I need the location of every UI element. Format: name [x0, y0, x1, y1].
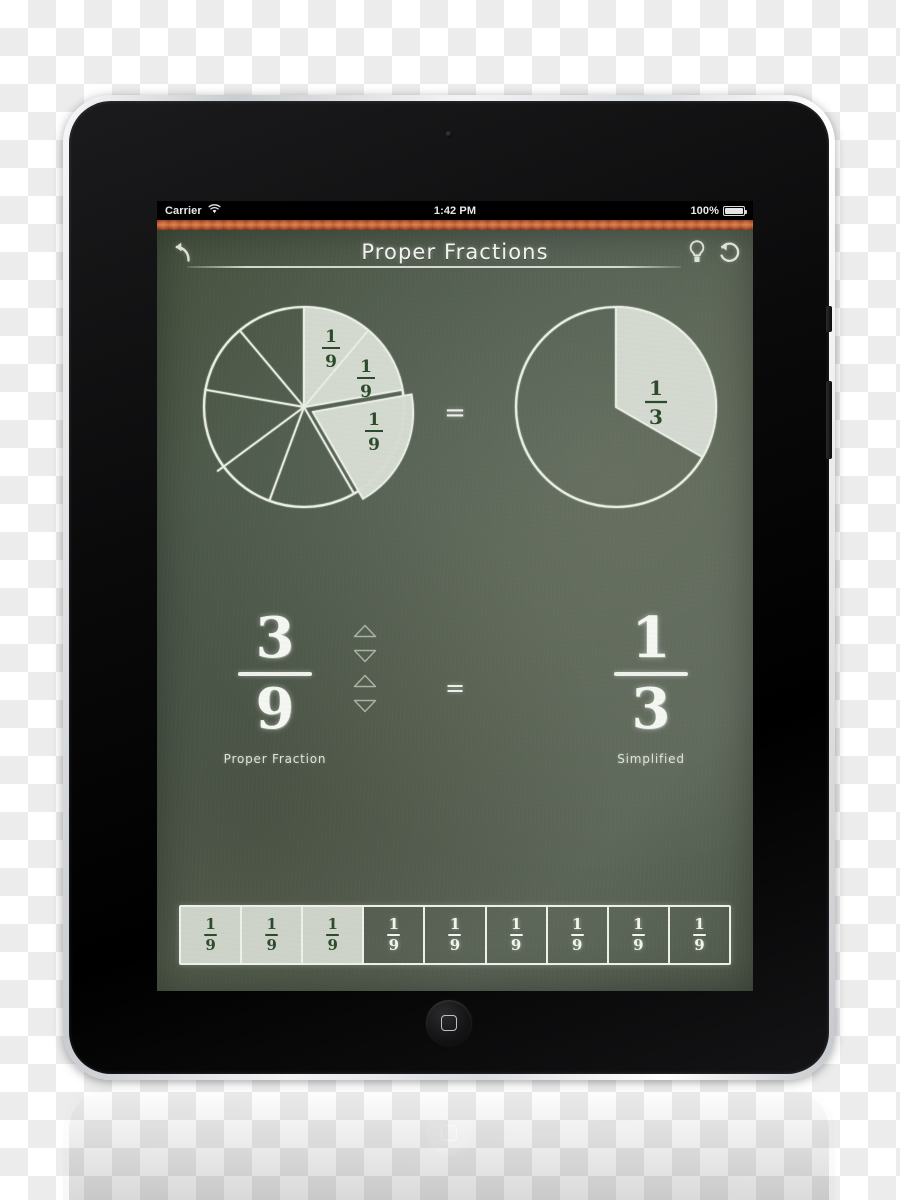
status-bar-left: Carrier	[165, 203, 221, 217]
proper-fraction-numerator: 3	[255, 605, 295, 671]
battery-full-icon	[723, 205, 747, 216]
fraction-tile[interactable]: 1 9	[181, 907, 243, 963]
device-outer-shell: Carrier 1:42 PM 100% Proper Fractions 1 …	[63, 95, 835, 1080]
fraction-tile[interactable]: 1 9	[303, 907, 365, 963]
fraction-tile[interactable]: 1 9	[609, 907, 670, 963]
tile-numerator: 1	[694, 915, 705, 933]
navbar-right-actions	[687, 239, 741, 265]
app-navigation-bar: Proper Fractions	[157, 230, 753, 274]
pies-equals-symbol: =	[444, 398, 466, 428]
triangle-down-icon[interactable]	[353, 649, 377, 663]
volume-rocker[interactable]	[826, 381, 832, 459]
tablet-device: Carrier 1:42 PM 100% Proper Fractions 1 …	[63, 95, 835, 1080]
wifi-icon	[208, 203, 221, 216]
front-camera	[445, 131, 453, 138]
reset-arrow-icon[interactable]	[717, 239, 741, 265]
status-bar-clock: 1:42 PM	[433, 204, 477, 217]
fraction-pie-visuals: 1 9 1 9 1 9 = 1 3	[157, 280, 753, 550]
tile-fraction: 1 9	[448, 915, 462, 954]
pie-slice-label-third-den: 3	[649, 405, 663, 429]
status-bar-right: 100%	[690, 204, 747, 217]
tile-numerator: 1	[571, 915, 583, 933]
fraction-tile[interactable]: 1 9	[364, 907, 426, 963]
pie-chart-simplified[interactable]: 1 3	[491, 280, 741, 535]
battery-percent-label: 100%	[690, 204, 719, 217]
fraction-tile-strip: 1 9 1 9 1 9 1 9 1 9 1 9 1 9 1 9 1 9	[179, 905, 731, 965]
back-arrow-icon[interactable]	[169, 239, 195, 265]
tile-numerator: 1	[510, 915, 522, 933]
page-title: Proper Fractions	[361, 240, 549, 264]
title-underline-rule	[187, 266, 681, 268]
fraction-equals-symbol: =	[444, 674, 466, 702]
tile-fraction: 1 9	[570, 915, 584, 954]
pie-slice-filled-third	[615, 306, 717, 459]
tile-numerator: 1	[327, 915, 338, 933]
pie-chart-proper-fraction[interactable]: 1 9 1 9 1 9	[179, 280, 429, 535]
pie-slice-label-third-num: 1	[649, 376, 663, 400]
tile-denominator: 9	[571, 936, 583, 954]
tile-numerator: 1	[205, 915, 216, 933]
home-square-icon	[441, 1015, 457, 1031]
tile-numerator: 1	[266, 915, 277, 933]
fraction-tile[interactable]: 1 9	[242, 907, 304, 963]
triangle-up-icon[interactable]	[353, 674, 377, 688]
device-bezel: Carrier 1:42 PM 100% Proper Fractions 1 …	[69, 101, 832, 1074]
pie-slice-label-1-num: 1	[325, 327, 337, 347]
pie-slice-filled-3-exploded	[311, 393, 414, 500]
pie-slice-label-3-num: 1	[368, 410, 380, 430]
tile-numerator: 1	[449, 915, 461, 933]
carrier-label: Carrier	[165, 204, 202, 217]
tile-fraction: 1 9	[692, 915, 706, 954]
tile-numerator: 1	[388, 915, 400, 933]
tile-fraction: 1 9	[509, 915, 523, 954]
tile-numerator: 1	[633, 915, 644, 933]
pie-slice-label-2-num: 1	[360, 357, 372, 377]
pie-slice-label-1-den: 9	[325, 352, 337, 372]
tile-denominator: 9	[510, 936, 522, 954]
triangle-up-icon[interactable]	[353, 624, 377, 638]
tile-denominator: 9	[388, 936, 400, 954]
fraction-tile[interactable]: 1 9	[670, 907, 729, 963]
fraction-tile[interactable]: 1 9	[425, 907, 487, 963]
chalkboard-surface: Proper Fractions 1 9 1 9 1 9 = 1 3 3 9 P…	[157, 230, 753, 991]
ios-status-bar: Carrier 1:42 PM 100%	[157, 201, 753, 220]
simplified-fraction-denominator: 3	[631, 676, 671, 743]
tile-fraction: 1 9	[265, 915, 279, 954]
triangle-down-icon[interactable]	[353, 699, 377, 713]
fraction-steppers	[353, 624, 377, 713]
fraction-tile[interactable]: 1 9	[548, 907, 609, 963]
proper-fraction-denominator: 9	[255, 676, 295, 743]
fraction-editor-row: 3 9 Proper Fraction = 1 3 Simplified	[157, 605, 753, 782]
device-screen: Carrier 1:42 PM 100% Proper Fractions 1 …	[157, 201, 753, 991]
tile-denominator: 9	[266, 936, 277, 954]
pie-slice-label-2-den: 9	[360, 382, 372, 402]
tile-denominator: 9	[633, 936, 644, 954]
simplified-fraction-display: 1 3 Simplified	[591, 605, 711, 767]
pie-slice-label-3-den: 9	[368, 435, 380, 455]
tile-fraction: 1 9	[631, 915, 645, 954]
tile-fraction: 1 9	[387, 915, 401, 954]
simplified-fraction-caption: Simplified	[617, 752, 685, 767]
tile-fraction: 1 9	[326, 915, 340, 954]
chalk-rail-wood-trim	[157, 220, 753, 230]
device-reflection	[63, 1082, 835, 1200]
home-button[interactable]	[426, 1000, 472, 1046]
tile-fraction: 1 9	[204, 915, 218, 954]
fraction-tile[interactable]: 1 9	[487, 907, 548, 963]
simplified-fraction-numerator: 1	[631, 605, 671, 671]
tile-denominator: 9	[449, 936, 461, 954]
tile-denominator: 9	[205, 936, 216, 954]
mute-switch[interactable]	[826, 306, 832, 332]
lightbulb-icon[interactable]	[687, 239, 707, 265]
proper-fraction-display[interactable]: 3 9 Proper Fraction	[215, 605, 335, 767]
tile-denominator: 9	[694, 936, 705, 954]
proper-fraction-caption: Proper Fraction	[223, 752, 327, 767]
tile-denominator: 9	[327, 936, 338, 954]
